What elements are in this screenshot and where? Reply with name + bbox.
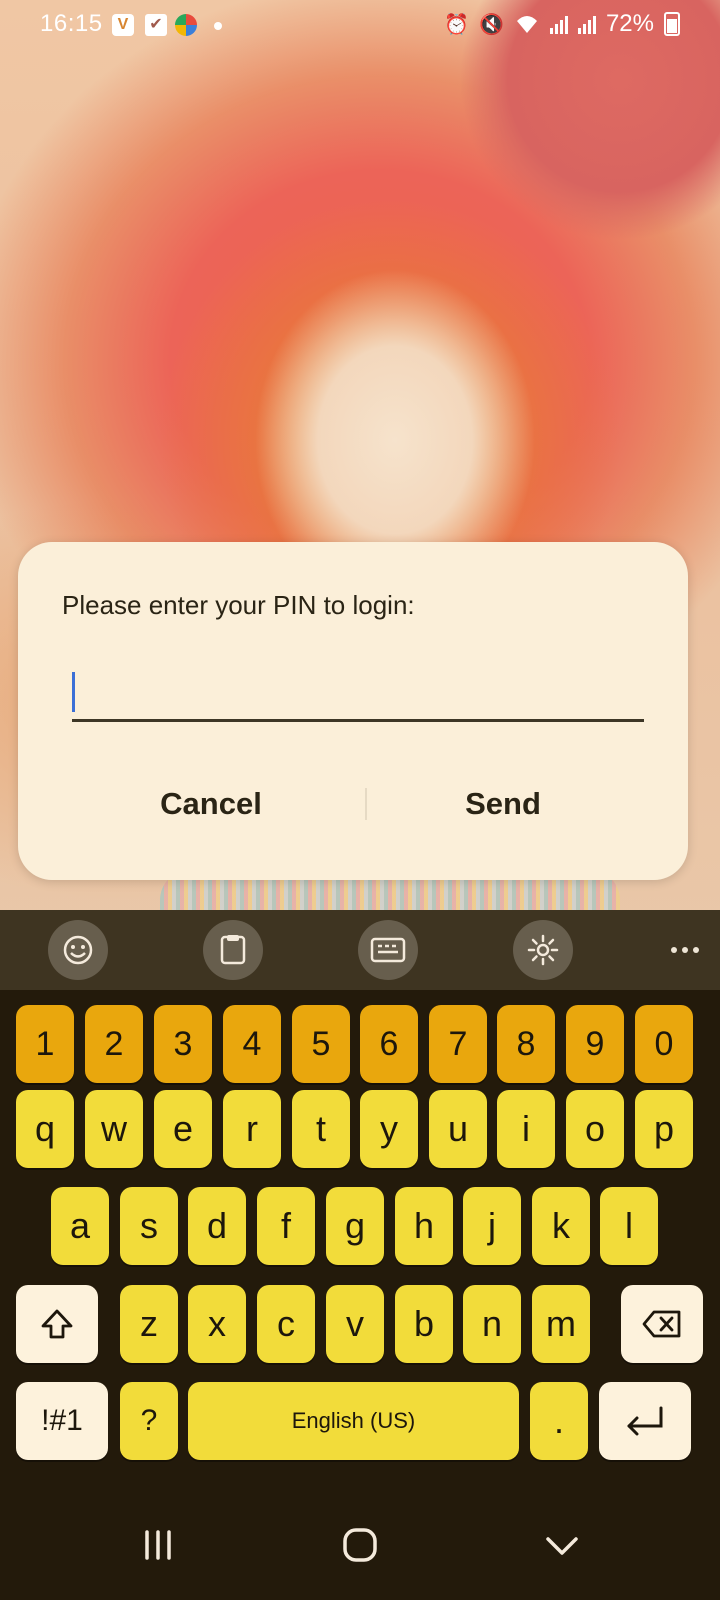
mute-icon: 🔇 bbox=[479, 13, 504, 36]
status-bar: 16:15 V ✔ ⏰ 🔇 72% bbox=[0, 0, 720, 52]
key-v[interactable]: v bbox=[326, 1285, 384, 1363]
cancel-button[interactable]: Cancel bbox=[46, 764, 376, 844]
shift-key[interactable] bbox=[16, 1285, 98, 1363]
key-d[interactable]: d bbox=[188, 1187, 246, 1265]
key-j[interactable]: j bbox=[463, 1187, 521, 1265]
key-2[interactable]: 2 bbox=[85, 1005, 143, 1083]
key-w[interactable]: w bbox=[85, 1090, 143, 1168]
key-s[interactable]: s bbox=[120, 1187, 178, 1265]
signal-icon bbox=[549, 14, 568, 34]
dot-icon bbox=[214, 22, 222, 30]
key-h[interactable]: h bbox=[395, 1187, 453, 1265]
status-time: 16:15 bbox=[40, 10, 103, 37]
enter-key[interactable] bbox=[599, 1382, 691, 1460]
more-icon[interactable] bbox=[660, 920, 710, 980]
key-k[interactable]: k bbox=[532, 1187, 590, 1265]
key-c[interactable]: c bbox=[257, 1285, 315, 1363]
dialog-actions: Cancel Send bbox=[18, 764, 688, 844]
space-key[interactable]: English (US) bbox=[188, 1382, 519, 1460]
navigation-bar bbox=[0, 1490, 720, 1600]
emoji-icon[interactable] bbox=[48, 920, 108, 980]
settings-icon[interactable] bbox=[513, 920, 573, 980]
send-button[interactable]: Send bbox=[338, 764, 668, 844]
key-0[interactable]: 0 bbox=[635, 1005, 693, 1083]
key-b[interactable]: b bbox=[395, 1285, 453, 1363]
key-a[interactable]: a bbox=[51, 1187, 109, 1265]
check-icon: ✔ bbox=[145, 14, 167, 36]
home-icon[interactable] bbox=[330, 1518, 390, 1572]
key-o[interactable]: o bbox=[566, 1090, 624, 1168]
period-key[interactable]: . bbox=[530, 1382, 588, 1460]
status-right: ⏰ 🔇 72% bbox=[444, 10, 680, 38]
key-6[interactable]: 6 bbox=[360, 1005, 418, 1083]
key-g[interactable]: g bbox=[326, 1187, 384, 1265]
key-3[interactable]: 3 bbox=[154, 1005, 212, 1083]
dialog-message: Please enter your PIN to login: bbox=[62, 590, 415, 620]
key-e[interactable]: e bbox=[154, 1090, 212, 1168]
key-5[interactable]: 5 bbox=[292, 1005, 350, 1083]
battery-icon bbox=[664, 12, 680, 36]
enter-icon bbox=[627, 1406, 663, 1436]
key-f[interactable]: f bbox=[257, 1187, 315, 1265]
keyboard-toolbar bbox=[0, 910, 720, 990]
alarm-icon: ⏰ bbox=[444, 13, 470, 36]
symbols-key[interactable]: !#1 bbox=[16, 1382, 108, 1460]
key-n[interactable]: n bbox=[463, 1285, 521, 1363]
clipboard-icon[interactable] bbox=[203, 920, 263, 980]
battery-percent: 72% bbox=[605, 10, 654, 37]
signal-icon bbox=[577, 14, 596, 34]
pin-input[interactable] bbox=[72, 664, 644, 722]
v-app-icon: V bbox=[112, 14, 134, 36]
keyboard-mode-icon[interactable] bbox=[358, 920, 418, 980]
key-1[interactable]: 1 bbox=[16, 1005, 74, 1083]
key-i[interactable]: i bbox=[497, 1090, 555, 1168]
key-t[interactable]: t bbox=[292, 1090, 350, 1168]
key-m[interactable]: m bbox=[532, 1285, 590, 1363]
key-7[interactable]: 7 bbox=[429, 1005, 487, 1083]
key-q[interactable]: q bbox=[16, 1090, 74, 1168]
key-x[interactable]: x bbox=[188, 1285, 246, 1363]
shift-icon bbox=[41, 1309, 73, 1339]
backspace-icon bbox=[642, 1310, 681, 1338]
recents-icon[interactable] bbox=[128, 1518, 188, 1572]
key-8[interactable]: 8 bbox=[497, 1005, 555, 1083]
hide-keyboard-icon[interactable] bbox=[532, 1518, 592, 1572]
backspace-key[interactable] bbox=[621, 1285, 703, 1363]
key-p[interactable]: p bbox=[635, 1090, 693, 1168]
pin-dialog: Please enter your PIN to login: Cancel S… bbox=[18, 542, 688, 880]
key-u[interactable]: u bbox=[429, 1090, 487, 1168]
key-l[interactable]: l bbox=[600, 1187, 658, 1265]
wifi-icon bbox=[516, 16, 537, 33]
question-key[interactable]: ? bbox=[120, 1382, 178, 1460]
text-cursor bbox=[72, 672, 75, 712]
key-z[interactable]: z bbox=[120, 1285, 178, 1363]
key-4[interactable]: 4 bbox=[223, 1005, 281, 1083]
key-y[interactable]: y bbox=[360, 1090, 418, 1168]
browser-icon bbox=[175, 14, 197, 36]
key-r[interactable]: r bbox=[223, 1090, 281, 1168]
key-9[interactable]: 9 bbox=[566, 1005, 624, 1083]
